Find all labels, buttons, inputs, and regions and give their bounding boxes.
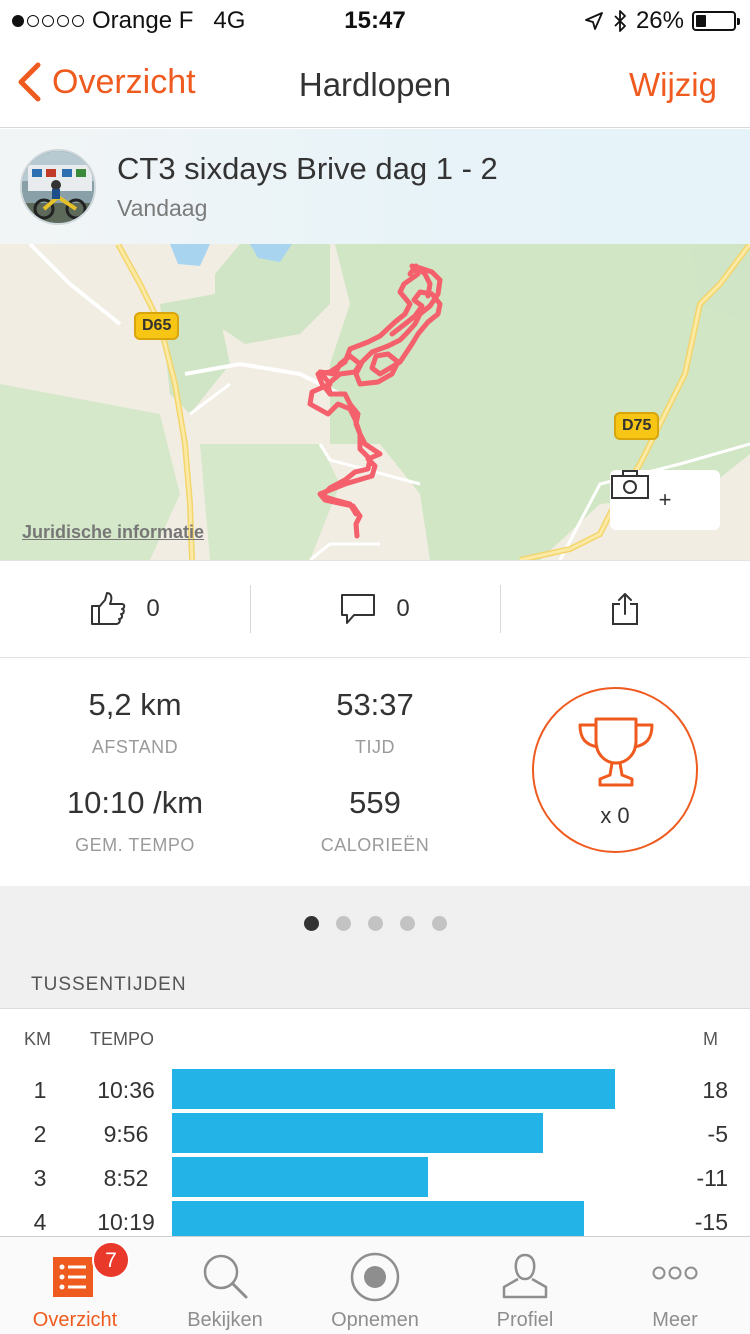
like-button[interactable]: 0 [0, 561, 250, 657]
more-icon [652, 1266, 698, 1280]
header-m: M [703, 1029, 718, 1049]
split-km: 2 [33, 1121, 47, 1147]
tab-profiel[interactable]: Profiel [450, 1237, 600, 1334]
add-photo-plus: + [658, 487, 672, 512]
page-dot[interactable] [303, 916, 319, 931]
split-tempo: 10:19 [97, 1209, 155, 1235]
tab-meer[interactable]: Meer [600, 1237, 750, 1334]
avatar-photo [22, 151, 94, 223]
split-elevation: -5 [707, 1121, 728, 1147]
split-km: 1 [33, 1077, 47, 1103]
avatar[interactable] [20, 149, 96, 225]
split-tempo: 8:52 [103, 1165, 149, 1191]
distance-value: 5,2 km [88, 687, 182, 722]
tab-label: Opnemen [331, 1309, 419, 1331]
split-pace-bar [172, 1201, 585, 1236]
social-actions: 0 0 [0, 560, 750, 658]
location-arrow-icon [585, 12, 603, 30]
calories-label: CALORIEËN [320, 835, 430, 855]
search-icon [203, 1254, 248, 1299]
time-value: 53:37 [336, 687, 414, 722]
splits-table: KM TEMPO M 1 10:36 18 2 9:56 -5 3 8:52 -11 4 10:19… [0, 1008, 750, 1236]
tab-bar: 7 Overzicht Bekijken Opnemen Profiel Mee… [0, 1236, 750, 1334]
status-bar: Orange F 4G 15:47 26% [0, 0, 750, 40]
split-row: 4 10:19 -15 [0, 1201, 750, 1236]
split-tempo: 10:36 [97, 1077, 155, 1103]
stat-pace: 10:10 /km GEM. TEMPO [15, 785, 255, 856]
page-dot[interactable] [335, 916, 351, 931]
split-elevation: 18 [702, 1077, 728, 1103]
time-label: TIJD [355, 737, 395, 757]
header-tempo: TEMPO [90, 1029, 155, 1049]
split-elevation: -15 [694, 1209, 728, 1235]
camera-icon [611, 470, 649, 499]
split-tempo: 9:56 [103, 1121, 149, 1147]
split-pace-bar [172, 1069, 615, 1109]
split-row: 3 8:52 -11 [0, 1157, 750, 1199]
activity-date: Vandaag [117, 195, 208, 221]
edit-button[interactable]: Wijzig [629, 66, 717, 104]
comment-button[interactable]: 0 [250, 561, 500, 657]
calories-value: 559 [349, 785, 401, 820]
page-dot[interactable] [399, 916, 415, 931]
share-button[interactable] [500, 561, 750, 657]
legal-info-link[interactable]: Juridische informatie [22, 522, 204, 543]
stat-distance: 5,2 km AFSTAND [15, 687, 255, 758]
pace-label: GEM. TEMPO [75, 835, 195, 855]
comment-icon [341, 594, 376, 624]
tab-label: Overzicht [32, 1309, 118, 1331]
battery-icon [692, 11, 740, 31]
page-dot[interactable] [367, 916, 383, 931]
stat-time: 53:37 TIJD [255, 687, 495, 758]
profile-icon [502, 1253, 548, 1299]
split-row: 1 10:36 18 [0, 1069, 750, 1111]
tab-opnemen[interactable]: Opnemen [300, 1237, 450, 1334]
split-elevation: -11 [696, 1165, 728, 1191]
navigation-bar: Overzicht Hardlopen Wijzig [0, 40, 750, 128]
page-dot[interactable] [431, 916, 447, 931]
add-photo-button[interactable]: + [610, 470, 720, 530]
tab-label: Bekijken [187, 1309, 263, 1331]
notification-badge: 7 [92, 1241, 130, 1279]
split-km: 3 [33, 1165, 47, 1191]
activity-title: CT3 sixdays Brive dag 1 - 2 [117, 151, 498, 186]
activity-stats: 5,2 km AFSTAND 53:37 TIJD 10:10 /km GEM.… [0, 659, 750, 886]
record-icon [350, 1252, 400, 1302]
stat-calories: 559 CALORIEËN [255, 785, 495, 856]
status-icons: 26% [584, 7, 740, 35]
page-indicator[interactable] [0, 916, 750, 931]
comment-count: 0 [396, 595, 410, 622]
road-label-d75: D75 [614, 412, 660, 440]
header-km: KM [24, 1029, 51, 1049]
distance-label: AFSTAND [91, 737, 179, 757]
split-row: 2 9:56 -5 [0, 1113, 750, 1155]
tab-overzicht[interactable]: 7 Overzicht [0, 1237, 150, 1334]
thumbs-up-icon [91, 592, 126, 625]
trophy-count: x 0 [600, 803, 630, 828]
split-km: 4 [33, 1209, 47, 1235]
battery-percent: 26% [635, 7, 684, 34]
bluetooth-icon [614, 10, 626, 32]
trophy-icon [578, 717, 654, 787]
splits-title: TUSSENTIJDEN [31, 974, 187, 995]
share-icon [612, 593, 638, 625]
like-count: 0 [146, 595, 160, 622]
tab-label: Profiel [496, 1309, 554, 1331]
trophy-button[interactable]: x 0 [532, 687, 698, 853]
pager-section: TUSSENTIJDEN [0, 886, 750, 1008]
split-pace-bar [172, 1157, 428, 1197]
tab-label: Meer [652, 1309, 698, 1331]
split-pace-bar [172, 1113, 543, 1153]
list-icon [53, 1257, 93, 1297]
tab-bekijken[interactable]: Bekijken [150, 1237, 300, 1334]
activity-header: CT3 sixdays Brive dag 1 - 2 Vandaag [0, 129, 750, 244]
road-label-d65: D65 [134, 312, 180, 340]
pace-value: 10:10 /km [66, 785, 204, 820]
route-map[interactable]: D65 D75 Juridische informatie + [0, 244, 750, 560]
